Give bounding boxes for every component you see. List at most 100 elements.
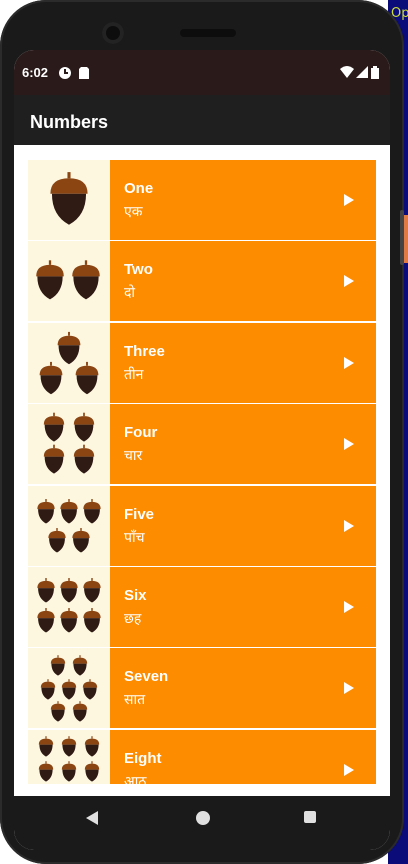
recent-apps-icon[interactable]: [304, 811, 316, 823]
acorn-icon: [61, 760, 77, 782]
power-button[interactable]: [400, 210, 404, 265]
acorn-icon: [57, 331, 81, 364]
play-icon[interactable]: [344, 356, 354, 369]
acorn-icon: [60, 498, 78, 524]
list-item[interactable]: Four चार: [28, 404, 376, 485]
acorn-icon: [48, 527, 66, 553]
number-image: [28, 404, 110, 485]
numbers-list[interactable]: One एक Two दो Three तीन Four चार Five पा…: [28, 160, 376, 784]
acorn-icon: [61, 735, 77, 757]
item-content[interactable]: Eight आठ: [110, 729, 376, 784]
play-icon[interactable]: [344, 763, 354, 776]
number-image: [28, 485, 110, 566]
list-item[interactable]: Eight आठ: [28, 729, 376, 784]
camera-icon: [102, 22, 124, 44]
acorn-icon: [37, 577, 55, 603]
speaker-grille: [180, 29, 236, 37]
acorn-icon: [50, 172, 88, 225]
item-content[interactable]: Three तीन: [110, 322, 376, 403]
acorn-icon: [60, 577, 78, 603]
back-icon[interactable]: [86, 811, 98, 825]
hindi-word: तीन: [124, 366, 144, 383]
acorn-icon: [38, 735, 54, 757]
acorn-icon: [36, 260, 64, 300]
hindi-word: दो: [124, 285, 136, 302]
status-bar: 6:02: [14, 50, 390, 95]
hindi-word: सात: [124, 692, 146, 709]
acorn-icon: [60, 607, 78, 633]
notification-icon: [59, 67, 71, 79]
acorn-icon: [84, 760, 100, 782]
english-word: One: [124, 180, 154, 197]
acorn-icon: [75, 361, 99, 394]
english-word: Four: [124, 424, 158, 442]
acorn-icon: [83, 577, 101, 603]
item-content[interactable]: Five पाँच: [110, 485, 376, 566]
acorn-icon: [72, 527, 90, 553]
acorn-icon: [40, 679, 56, 700]
list-item[interactable]: Three तीन: [28, 322, 376, 403]
acorn-icon: [83, 498, 101, 524]
acorn-icon: [50, 655, 66, 676]
english-word: Eight: [124, 749, 162, 767]
number-image: [28, 566, 110, 647]
english-word: Seven: [124, 668, 169, 686]
acorn-icon: [72, 260, 100, 300]
english-word: Six: [124, 586, 147, 604]
acorn-icon: [84, 735, 100, 757]
home-icon[interactable]: [196, 811, 210, 825]
play-icon[interactable]: [344, 519, 354, 532]
item-content[interactable]: Six छह: [110, 566, 376, 647]
list-item[interactable]: Five पाँच: [28, 485, 376, 566]
list-item[interactable]: Two दो: [28, 241, 376, 322]
navigation-bar: [14, 796, 390, 850]
sim-icon: [79, 67, 89, 79]
hindi-word: आठ: [124, 773, 147, 784]
play-icon[interactable]: [344, 438, 354, 451]
acorn-icon: [38, 760, 54, 782]
wifi-icon: [340, 66, 354, 78]
acorn-icon: [43, 412, 65, 442]
acorn-icon: [82, 679, 98, 700]
acorn-icon: [73, 444, 95, 474]
cell-signal-icon: [356, 66, 368, 78]
number-image: [28, 160, 110, 240]
battery-icon: [371, 66, 379, 79]
item-content[interactable]: Seven सात: [110, 648, 376, 729]
list-item[interactable]: One एक: [28, 160, 376, 240]
english-word: Two: [124, 261, 153, 279]
acorn-icon: [61, 679, 77, 700]
number-image: [28, 729, 110, 784]
number-image: [28, 648, 110, 729]
acorn-icon: [39, 361, 63, 394]
hindi-word: चार: [124, 448, 143, 465]
acorn-icon: [37, 607, 55, 633]
english-word: Three: [124, 342, 165, 360]
play-icon[interactable]: [344, 194, 354, 206]
english-word: Five: [124, 505, 155, 523]
acorn-icon: [72, 701, 88, 722]
acorn-icon: [72, 655, 88, 676]
list-item[interactable]: Seven सात: [28, 648, 376, 729]
play-icon[interactable]: [344, 600, 354, 613]
number-image: [28, 322, 110, 403]
device-screen: 6:02 Numbers One एक Two दो Three तीन Fou…: [14, 50, 390, 850]
page-title: Numbers: [30, 112, 109, 132]
phone-frame: 6:02 Numbers One एक Two दो Three तीन Fou…: [0, 0, 404, 864]
play-icon[interactable]: [344, 275, 354, 288]
acorn-icon: [37, 498, 55, 524]
hindi-word: एक: [124, 204, 143, 220]
item-content[interactable]: Two दो: [110, 241, 376, 322]
number-image: [28, 241, 110, 322]
status-time: 6:02: [22, 65, 49, 80]
list-item[interactable]: Six छह: [28, 566, 376, 647]
acorn-icon: [83, 607, 101, 633]
acorn-icon: [73, 412, 95, 442]
item-content[interactable]: Four चार: [110, 404, 376, 485]
acorn-icon: [43, 444, 65, 474]
play-icon[interactable]: [344, 682, 354, 695]
item-content[interactable]: One एक: [110, 160, 376, 240]
hindi-word: छह: [124, 610, 142, 627]
hindi-word: पाँच: [124, 529, 145, 546]
acorn-icon: [50, 701, 66, 722]
